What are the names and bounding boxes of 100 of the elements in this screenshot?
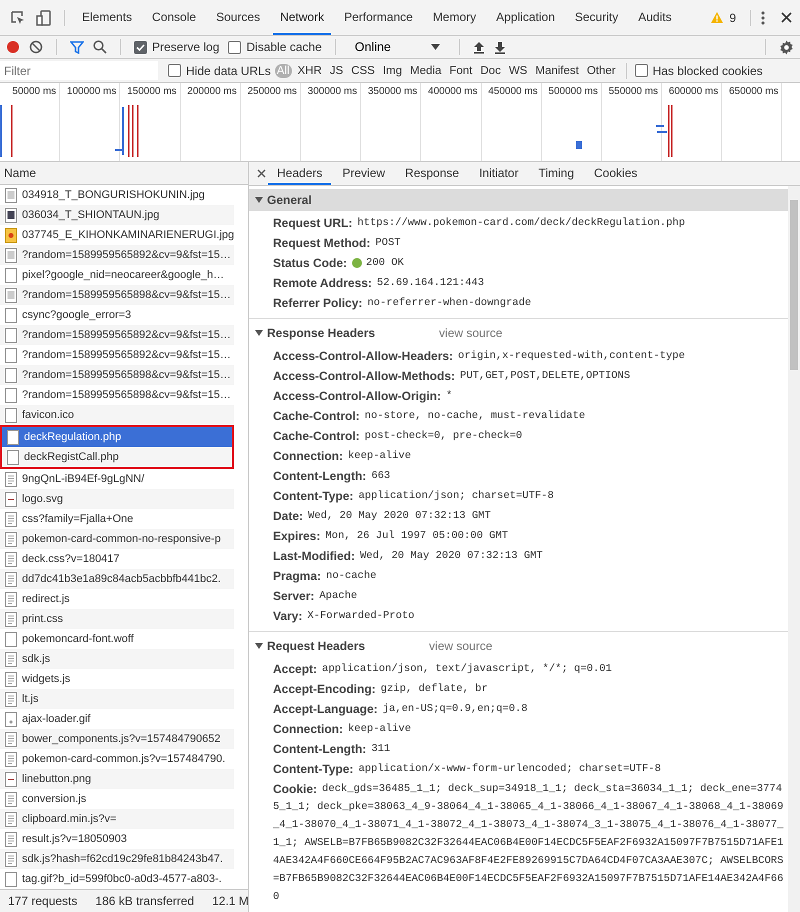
request-row[interactable]: ?random=1589959565898&cv=9&fst=15… xyxy=(0,385,234,405)
request-row[interactable]: pokemon-card-common-no-responsive-p xyxy=(0,529,234,549)
header-row-text: Pragma: no-cache xyxy=(272,568,378,584)
type-filter[interactable]: WS xyxy=(506,64,530,78)
request-row[interactable]: print.css xyxy=(0,609,234,629)
disable-cache-checkbox[interactable]: Disable cache xyxy=(228,40,322,54)
header-row-text: Expires: Mon, 26 Jul 1997 05:00:00 GMT xyxy=(272,528,510,544)
request-row[interactable]: 9ngQnL-iB94Ef-9gLgNN/ xyxy=(0,469,234,489)
request-row[interactable]: ?random=1589959565892&cv=9&fst=15… xyxy=(0,345,234,365)
request-row[interactable]: sdk.js xyxy=(0,649,234,669)
panel-tab[interactable]: Memory xyxy=(426,0,484,35)
time-tick: 200000 ms xyxy=(187,86,237,98)
header-row-text: Accept-Encoding: gzip, deflate, br xyxy=(272,681,489,697)
request-row[interactable]: ajax-loader.gif xyxy=(0,709,234,729)
type-filter[interactable]: Doc xyxy=(478,64,503,78)
request-row[interactable]: ?random=1589959565898&cv=9&fst=15… xyxy=(0,365,234,385)
request-row[interactable]: pokemon-card-common.js?v=157484790. xyxy=(0,749,234,769)
warning-count[interactable]: 9 xyxy=(729,10,736,24)
request-row[interactable]: pixel?google_nid=neocareer&google_h… xyxy=(0,265,234,285)
time-tick: 450000 ms xyxy=(488,86,538,98)
request-row[interactable]: conversion.js xyxy=(0,789,234,809)
type-filter[interactable]: JS xyxy=(328,64,346,78)
blocked-cookies-checkbox[interactable]: Has blocked cookies xyxy=(634,64,763,78)
request-row[interactable]: ?random=1589959565892&cv=9&fst=15… xyxy=(0,325,234,345)
header-row-text: Access-Control-Allow-Origin: * xyxy=(272,388,454,404)
type-filter[interactable]: Other xyxy=(584,64,618,78)
request-row[interactable]: csync?google_error=3 xyxy=(0,305,234,325)
column-header[interactable]: Name xyxy=(0,162,248,185)
request-row[interactable]: sdk.js?hash=f62cd19c29fe81b84243b47. xyxy=(0,849,234,869)
request-row[interactable]: favicon.ico xyxy=(0,405,234,425)
request-row[interactable]: 036034_T_SHIONTAUN.jpg xyxy=(0,205,234,225)
request-row[interactable]: dd7dc41b3e1a89c84acb5acbbfb441bc2. xyxy=(0,569,234,589)
request-row[interactable]: redirect.js xyxy=(0,589,234,609)
section-title[interactable]: General xyxy=(267,193,312,207)
request-row[interactable]: 034918_T_BONGURISHOKUNIN.jpg xyxy=(0,185,234,205)
header-row-text: Request URL: https://www.pokemon-card.com/deck/deckRegulation.php xyxy=(272,215,686,231)
view-source-link[interactable]: view source xyxy=(439,326,502,340)
header-row-text: Cache-Control: no-store, no-cache, must-revalidate xyxy=(272,408,586,424)
request-row[interactable]: tag.gif?b_id=599f0bc0-a0d3-4577-a803-. xyxy=(0,869,234,889)
request-row[interactable]: widgets.js xyxy=(0,669,234,689)
throttling-dropdown[interactable]: Online xyxy=(348,40,446,54)
header-row-text: Last-Modified: Wed, 20 May 2020 07:32:13 GMT xyxy=(272,548,544,564)
request-row[interactable]: linebutton.png xyxy=(0,769,234,789)
detail-tab[interactable]: Initiator xyxy=(470,162,528,185)
request-row[interactable]: deckRegistCall.php xyxy=(2,447,232,467)
section-title[interactable]: Request Headers xyxy=(267,639,366,653)
panel-tab[interactable]: Performance xyxy=(337,0,420,35)
panel-tab[interactable]: Security xyxy=(568,0,626,35)
header-row-text: Access-Control-Allow-Headers: origin,x-requested-with,content-type xyxy=(272,348,686,364)
header-row-text: Referrer Policy: no-referrer-when-downgrade xyxy=(272,295,532,312)
type-filter[interactable]: Media xyxy=(408,64,444,78)
time-tick: 550000 ms xyxy=(608,86,658,98)
header-row-text: Connection: keep-alive xyxy=(272,721,412,737)
detail-tab[interactable]: Cookies xyxy=(585,162,646,185)
panel-tab[interactable]: Elements xyxy=(75,0,140,35)
request-row[interactable]: deck.css?v=180417 xyxy=(0,549,234,569)
request-row[interactable]: lt.js xyxy=(0,689,234,709)
time-tick: 400000 ms xyxy=(428,86,478,98)
header-row-text: Content-Length: 311 xyxy=(272,741,392,757)
type-filter[interactable]: Font xyxy=(447,64,474,78)
type-filter[interactable]: CSS xyxy=(349,64,377,78)
header-row-text: Accept-Language: ja,en-US;q=0.9,en;q=0.8 xyxy=(272,701,529,717)
request-row[interactable]: bower_components.js?v=157484790652 xyxy=(0,729,234,749)
header-row-text: Accept: application/json, text/javascript, */*; q=0.01 xyxy=(272,661,613,677)
status-text: 186 kB transferred xyxy=(95,894,194,908)
section-header[interactable]: General xyxy=(249,189,788,211)
time-tick: 50000 ms xyxy=(12,86,56,98)
section-title[interactable]: Response Headers xyxy=(267,326,376,340)
hide-data-urls-checkbox[interactable]: Hide data URLs xyxy=(168,64,271,78)
request-row[interactable]: result.js?v=18050903 xyxy=(0,829,234,849)
panel-tab[interactable]: Console xyxy=(145,0,204,35)
time-tick: 350000 ms xyxy=(368,86,418,98)
header-row-text: Vary: X-Forwarded-Proto xyxy=(272,608,416,625)
detail-tab[interactable]: Headers xyxy=(268,162,332,185)
header-row-text: Status Code: 200 OK xyxy=(272,255,405,271)
detail-tab[interactable]: Preview xyxy=(333,162,394,185)
type-filter[interactable]: Img xyxy=(380,64,404,78)
request-row[interactable]: css?family=Fjalla+One xyxy=(0,509,234,529)
view-source-link[interactable]: view source xyxy=(429,639,492,653)
panel-tab[interactable]: Application xyxy=(489,0,562,35)
detail-tab[interactable]: Timing xyxy=(529,162,584,185)
request-row[interactable]: clipboard.min.js?v= xyxy=(0,809,234,829)
filter-field[interactable]: Filter xyxy=(0,61,158,80)
request-row[interactable]: ?random=1589959565898&cv=9&fst=15… xyxy=(0,285,234,305)
request-row[interactable]: ?random=1589959565892&cv=9&fst=15… xyxy=(0,245,234,265)
type-filter[interactable]: XHR xyxy=(296,64,324,78)
type-filter[interactable]: Manifest xyxy=(533,64,581,78)
header-row-text: Content-Length: 663 xyxy=(272,468,392,484)
panel-tab[interactable]: Audits xyxy=(631,0,679,35)
detail-tab[interactable]: Response xyxy=(396,162,468,185)
request-row[interactable]: pokemoncard-font.woff xyxy=(0,629,234,649)
request-row[interactable]: 037745_E_KIHONKAMINARIENERUGI.jpg xyxy=(0,225,234,245)
request-row[interactable]: logo.svg xyxy=(0,489,234,509)
panel-tab[interactable]: Sources xyxy=(209,0,268,35)
request-row[interactable]: deckRegulation.php xyxy=(2,427,232,447)
header-row-text: Cache-Control: post-check=0, pre-check=0 xyxy=(272,428,524,444)
header-row-text: Connection: keep-alive xyxy=(272,448,412,464)
time-tick: 250000 ms xyxy=(247,86,297,98)
preserve-log-checkbox[interactable]: Preserve log xyxy=(134,40,220,54)
time-tick: 150000 ms xyxy=(127,86,177,98)
